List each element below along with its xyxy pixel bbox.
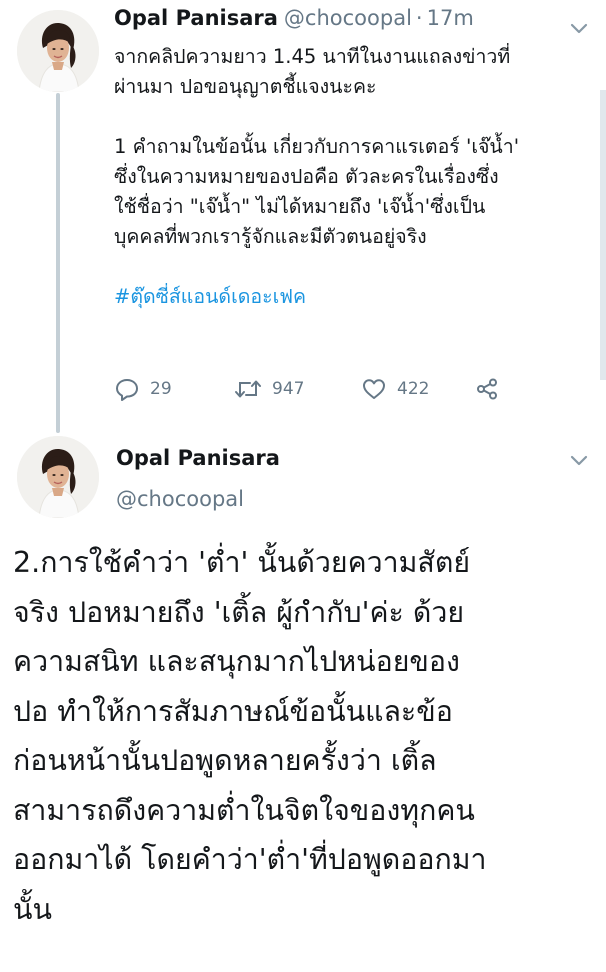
tweet-text-line: จริง ปอหมายถึง 'เติ้ล ผู้กำกับ'ค่ะ ด้วย [13, 595, 465, 629]
like-button[interactable]: 422 [361, 376, 475, 402]
heart-icon [363, 379, 385, 399]
tweet-text: จากคลิปความยาว 1.45 นาทีในงานแถลงข่าวที่… [114, 42, 594, 312]
tweet-text-line: ผ่านมา ปอขอนุญาตชี้แจงนะคะ [114, 75, 377, 98]
reply-icon [116, 379, 138, 401]
tweet[interactable]: Opal Panisara @chocoopal · 17m จากคลิปคว… [114, 6, 594, 312]
tweet-thread: Opal Panisara @chocoopal · 17m จากคลิปคว… [0, 0, 606, 972]
tweet-actions: 29 947 422 [114, 374, 534, 404]
tweet-header: Opal Panisara @chocoopal · 17m [114, 6, 594, 38]
tweet-text-line: 1 คำถามในข้อนั้น เกี่ยวกับการคาแรเตอร์ '… [114, 135, 520, 158]
author-name[interactable]: Opal Panisara [116, 442, 280, 474]
tweet-text-line: ก่อนหน้านั้นปอพูดหลายครั้งว่า เติ้ล [13, 744, 437, 777]
author-handle[interactable]: @chocoopal [284, 6, 412, 30]
thread-connector [56, 93, 60, 433]
share-icon [477, 378, 497, 400]
author-name[interactable]: Opal Panisara [114, 6, 278, 30]
tweet-text-line: ใช้ชื่อว่า "เจ๊น้ำ" ไม่ได้หมายถึง 'เจ๊น้… [114, 195, 486, 218]
tweet-text-line: 2.การใช้คำว่า 'ต่ำ' นั้นด้วยความสัตย์ [13, 546, 471, 579]
tweet-header: Opal Panisara @chocoopal [116, 442, 280, 515]
author-handle[interactable]: @chocoopal [116, 483, 280, 515]
like-count: 422 [397, 379, 430, 399]
scroll-edge [600, 90, 606, 380]
tweet-text-line: ออกมาได้ โดยคำว่า'ต่ำ'ที่ปอพูดออกมา [13, 843, 487, 876]
tweet-text-line: บุคคลที่พวกเรารู้จักและมีตัวตนอยู่จริง [114, 225, 427, 248]
tweet-text-line: ซึ่งในความหมายของปอคือ ตัวละครในเรื่องซึ… [114, 165, 499, 188]
tweet-text-line: จากคลิปความยาว 1.45 นาทีในงานแถลงข่าวที่ [114, 45, 511, 68]
chevron-down-icon[interactable] [568, 449, 590, 471]
tweet-text-line: ความสนิท และสนุกมากไปหน่อยของ [13, 645, 460, 678]
avatar[interactable] [17, 436, 99, 518]
reply-button[interactable]: 29 [114, 376, 234, 402]
tweet-timestamp[interactable]: 17m [427, 6, 474, 30]
retweet-button[interactable]: 947 [234, 376, 361, 402]
tweet-text: 2.การใช้คำว่า 'ต่ำ' นั้นด้วยความสัตย์ จร… [13, 538, 598, 934]
separator-dot: · [415, 6, 423, 30]
retweet-icon [235, 380, 261, 398]
hashtag-link[interactable]: #ตุ๊ดซี่ส์แอนด์เดอะเฟค [114, 282, 306, 312]
tweet-text-line: สามารถดึงความต่ำในจิตใจของทุกคน [13, 793, 475, 827]
avatar[interactable] [17, 10, 99, 92]
retweet-count: 947 [272, 379, 305, 399]
tweet-text-line: นั้น [13, 892, 52, 926]
chevron-down-icon[interactable] [568, 17, 590, 39]
tweet-text-line: ปอ ทำให้การสัมภาษณ์ข้อนั้นและข้อ [13, 694, 453, 728]
share-button[interactable] [475, 377, 499, 401]
reply-count: 29 [150, 379, 172, 399]
